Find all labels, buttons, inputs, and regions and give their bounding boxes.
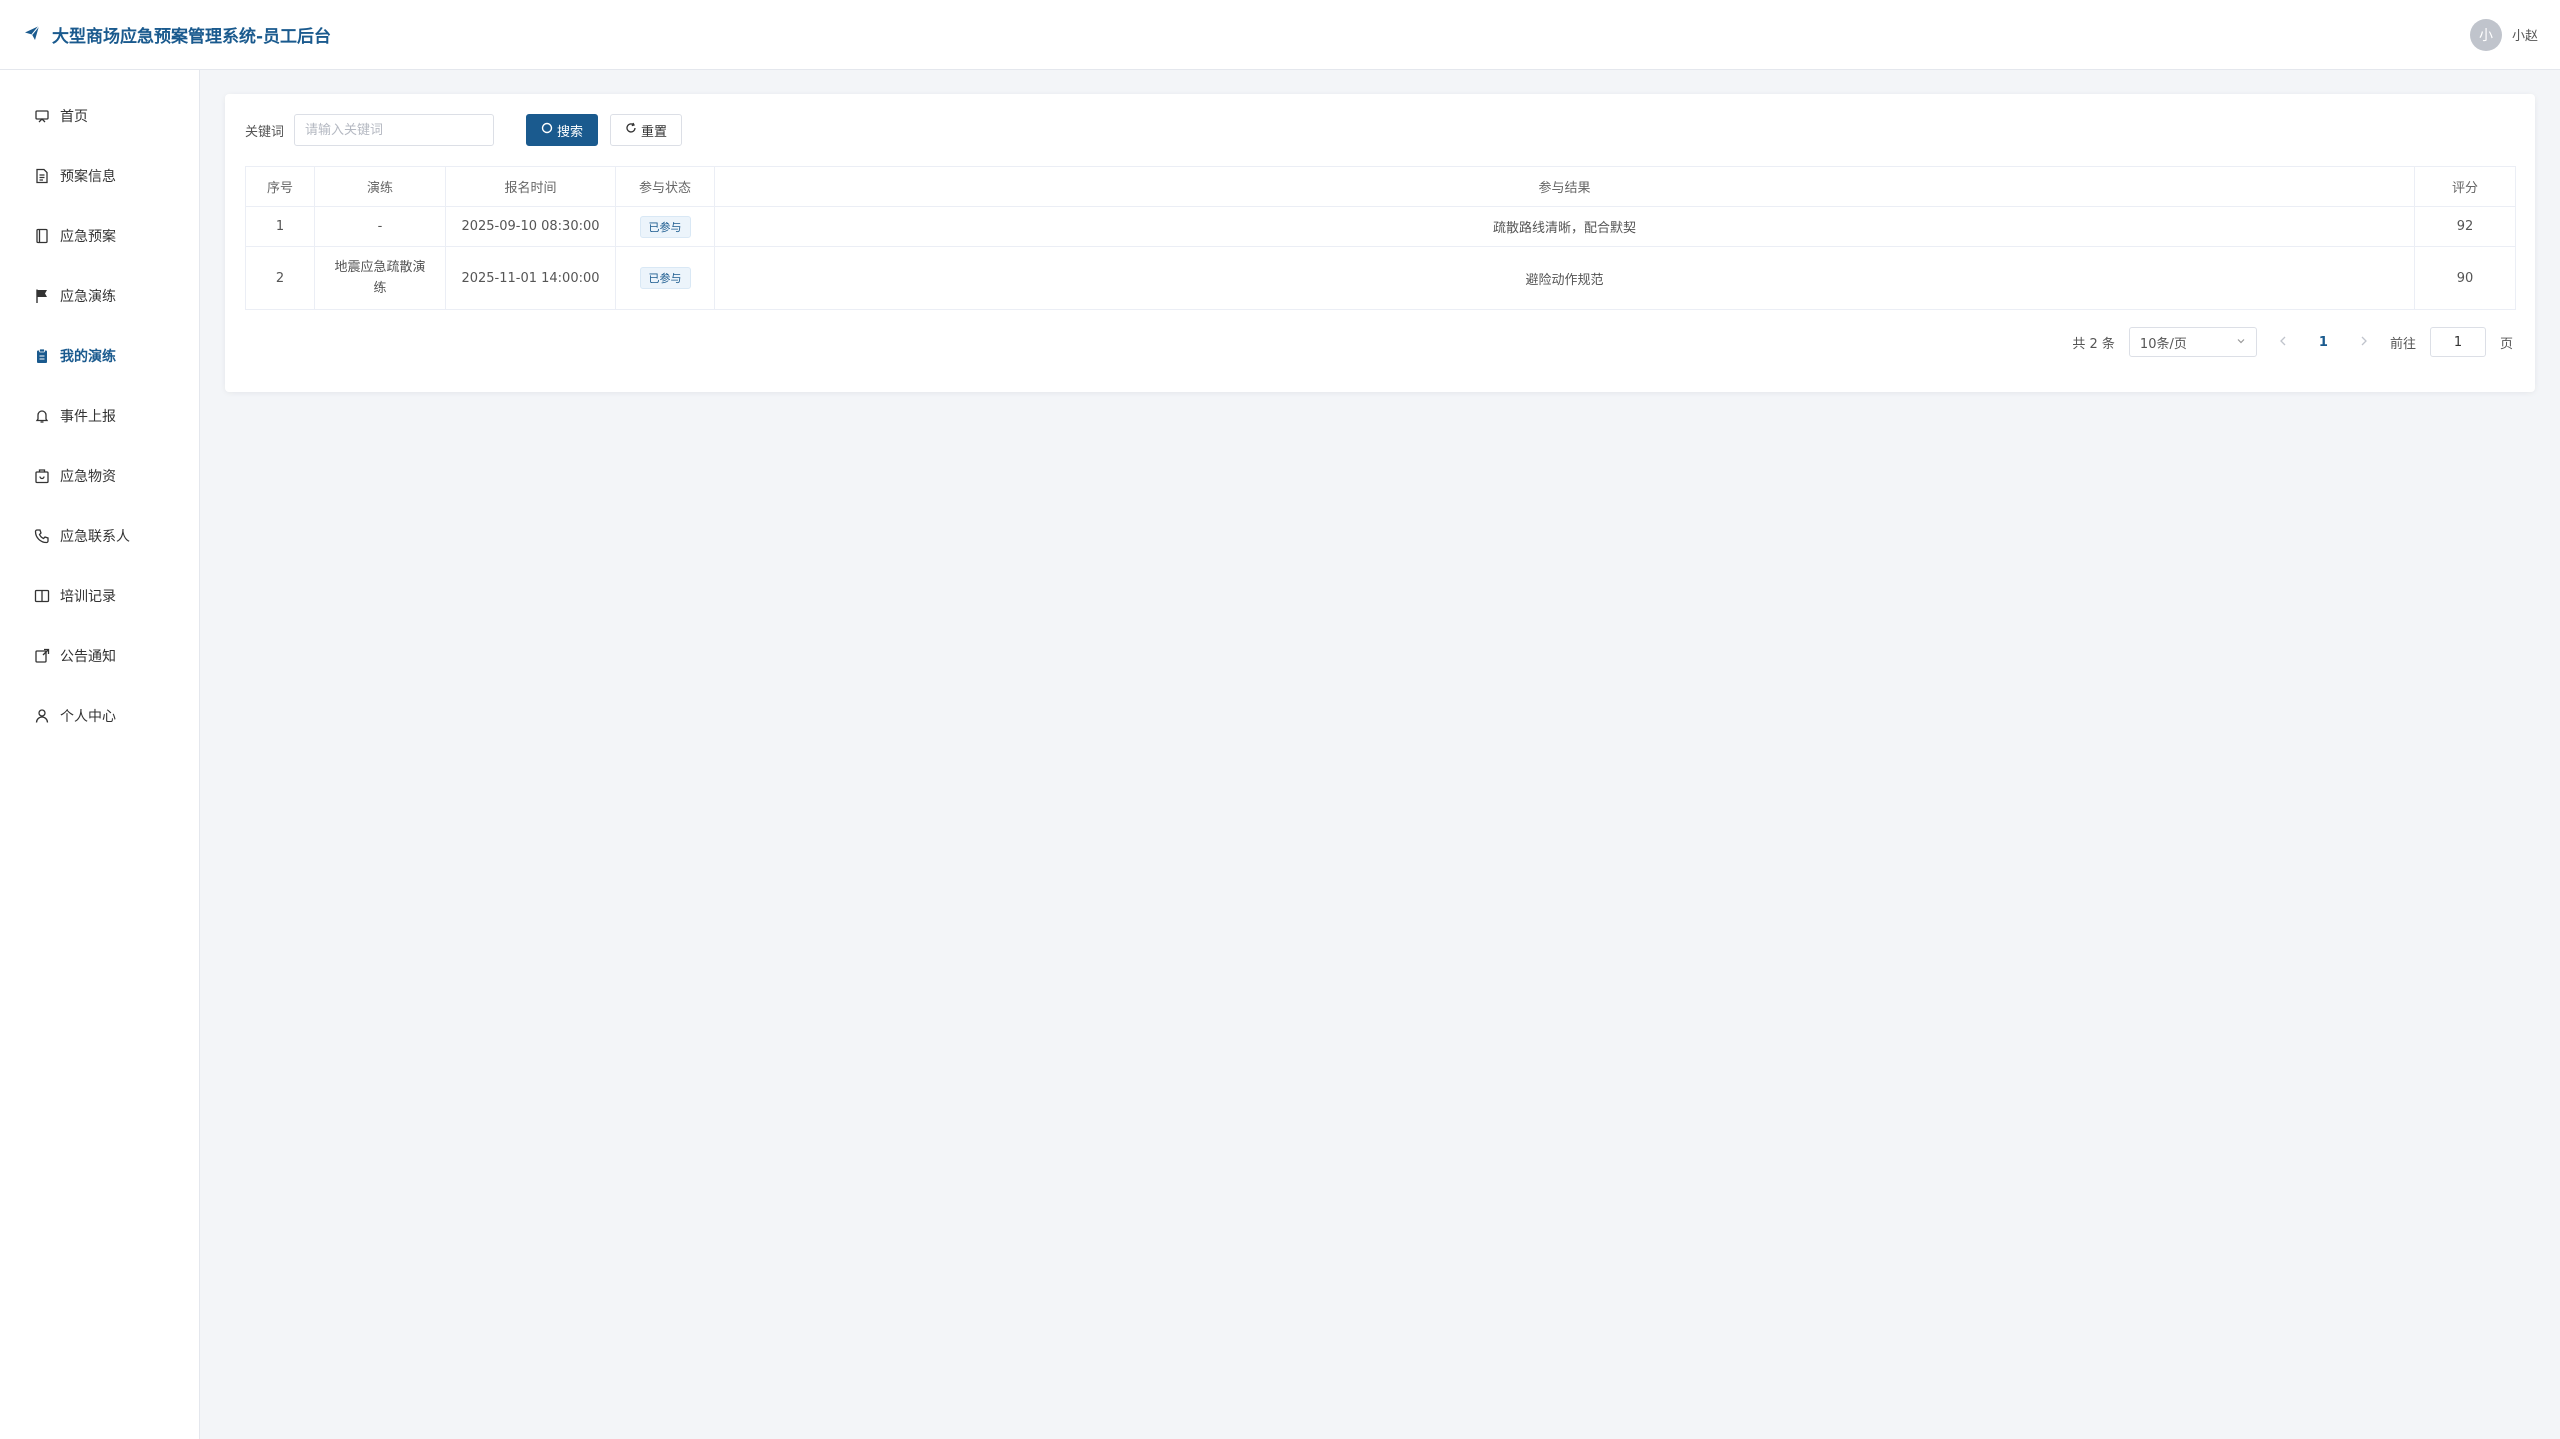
package-icon xyxy=(34,468,50,484)
avatar[interactable]: 小 xyxy=(2469,18,2502,51)
search-button[interactable]: 搜索 xyxy=(526,114,599,146)
cell-drill: 地震应急疏散演练 xyxy=(314,246,446,310)
flag-icon xyxy=(34,288,50,304)
table-row[interactable]: 1 - 2025-09-10 08:30:00 已参与 疏散路线清晰，配合默契 … xyxy=(245,206,2516,247)
cell-index: 1 xyxy=(245,206,315,247)
sidebar-item-training[interactable]: 培训记录 xyxy=(0,566,199,626)
sidebar-item-home[interactable]: 首页 xyxy=(0,86,199,146)
sidebar: 首页 预案信息 应急预案 应急演练 我的演练 事件上报 应急物资 应急联系人 培… xyxy=(0,70,200,1439)
cell-score: 92 xyxy=(2414,206,2516,247)
column-header-signup-time: 报名时间 xyxy=(445,166,616,207)
cell-result: 避险动作规范 xyxy=(714,246,2415,310)
prev-page-button[interactable] xyxy=(2271,334,2295,350)
search-icon xyxy=(541,122,553,138)
sidebar-item-label: 我的演练 xyxy=(60,349,116,365)
clipboard-icon xyxy=(34,348,50,364)
column-header-status: 参与状态 xyxy=(615,166,715,207)
brand[interactable]: 大型商场应急预案管理系统-员工后台 xyxy=(24,22,331,47)
sidebar-item-label: 应急演练 xyxy=(60,289,116,305)
cell-score: 90 xyxy=(2414,246,2516,310)
sidebar-item-drill[interactable]: 应急演练 xyxy=(0,266,199,326)
search-button-label: 搜索 xyxy=(557,124,584,140)
phone-icon xyxy=(34,528,50,544)
total-count: 共 2 条 xyxy=(2072,336,2115,352)
sidebar-item-plan-info[interactable]: 预案信息 xyxy=(0,146,199,206)
user-icon xyxy=(34,708,50,724)
bell-icon xyxy=(34,408,50,424)
column-header-result: 参与结果 xyxy=(714,166,2415,207)
document-icon xyxy=(34,168,50,184)
cell-status: 已参与 xyxy=(615,206,715,247)
sidebar-item-my-drill[interactable]: 我的演练 xyxy=(0,326,199,386)
sidebar-item-notices[interactable]: 公告通知 xyxy=(0,626,199,686)
sidebar-item-label: 应急联系人 xyxy=(60,529,130,545)
table-header-row: 序号 演练 报名时间 参与状态 参与结果 评分 xyxy=(245,166,2516,207)
cell-result: 疏散路线清晰，配合默契 xyxy=(714,206,2415,247)
cell-signup-time: 2025-09-10 08:30:00 xyxy=(445,206,616,247)
notice-icon xyxy=(34,648,50,664)
cell-drill: - xyxy=(314,206,446,247)
app-title: 大型商场应急预案管理系统-员工后台 xyxy=(52,27,332,47)
cell-index: 2 xyxy=(245,246,315,310)
cell-drill-text: 地震应急疏散演练 xyxy=(334,260,426,296)
open-book-icon xyxy=(34,588,50,604)
status-badge: 已参与 xyxy=(639,215,691,238)
sidebar-item-label: 事件上报 xyxy=(60,409,116,425)
content-card: 关键词 搜索 重置 序号 演练 报名时间 参与状态 参与结果 xyxy=(225,94,2535,392)
reset-button-label: 重置 xyxy=(641,124,668,140)
keyword-label: 关键词 xyxy=(245,124,285,140)
chevron-down-icon xyxy=(2236,335,2246,350)
sidebar-item-label: 应急预案 xyxy=(60,229,116,245)
goto-label: 前往 xyxy=(2389,336,2416,352)
page-number-current[interactable]: 1 xyxy=(2309,335,2338,350)
sidebar-item-contacts[interactable]: 应急联系人 xyxy=(0,506,199,566)
column-header-index: 序号 xyxy=(245,166,315,207)
keyword-input[interactable] xyxy=(294,114,495,146)
cell-status: 已参与 xyxy=(615,246,715,310)
goto-page-input[interactable] xyxy=(2429,327,2486,357)
page-suffix: 页 xyxy=(2499,336,2513,352)
sidebar-item-label: 培训记录 xyxy=(60,589,116,605)
status-badge: 已参与 xyxy=(639,267,691,289)
sidebar-item-label: 个人中心 xyxy=(60,709,116,725)
reset-button[interactable]: 重置 xyxy=(610,114,683,146)
sidebar-item-label: 应急物资 xyxy=(60,469,116,485)
page-size-value: 10条/页 xyxy=(2139,336,2187,352)
column-header-score: 评分 xyxy=(2414,166,2516,207)
sidebar-item-supplies[interactable]: 应急物资 xyxy=(0,446,199,506)
search-toolbar: 关键词 搜索 重置 xyxy=(245,114,2515,146)
sidebar-item-label: 预案信息 xyxy=(60,169,116,185)
column-header-drill: 演练 xyxy=(314,166,446,207)
cell-signup-time: 2025-11-01 14:00:00 xyxy=(445,246,616,310)
sidebar-item-label: 首页 xyxy=(60,109,88,125)
page-size-select[interactable]: 10条/页 xyxy=(2128,327,2257,357)
table-row[interactable]: 2 地震应急疏散演练 2025-11-01 14:00:00 已参与 避险动作规… xyxy=(245,246,2516,310)
next-page-button[interactable] xyxy=(2352,334,2376,350)
sidebar-item-incident-report[interactable]: 事件上报 xyxy=(0,386,199,446)
chevron-left-icon xyxy=(2280,336,2286,346)
user-menu[interactable]: 小 小赵 xyxy=(2469,18,2538,51)
book-icon xyxy=(34,228,50,244)
pagination: 共 2 条 10条/页 1 前往 页 xyxy=(245,326,2515,358)
paper-plane-icon xyxy=(24,25,40,45)
sidebar-item-label: 公告通知 xyxy=(60,649,116,665)
top-header: 大型商场应急预案管理系统-员工后台 小 小赵 xyxy=(0,0,2560,70)
drill-table: 序号 演练 报名时间 参与状态 参与结果 评分 1 - 2025-09-10 0… xyxy=(245,166,2516,310)
sidebar-item-emergency-plan[interactable]: 应急预案 xyxy=(0,206,199,266)
chevron-right-icon xyxy=(2361,336,2367,346)
refresh-icon xyxy=(625,122,637,138)
user-name[interactable]: 小赵 xyxy=(2512,25,2538,44)
home-icon xyxy=(34,108,50,124)
sidebar-item-profile[interactable]: 个人中心 xyxy=(0,686,199,746)
